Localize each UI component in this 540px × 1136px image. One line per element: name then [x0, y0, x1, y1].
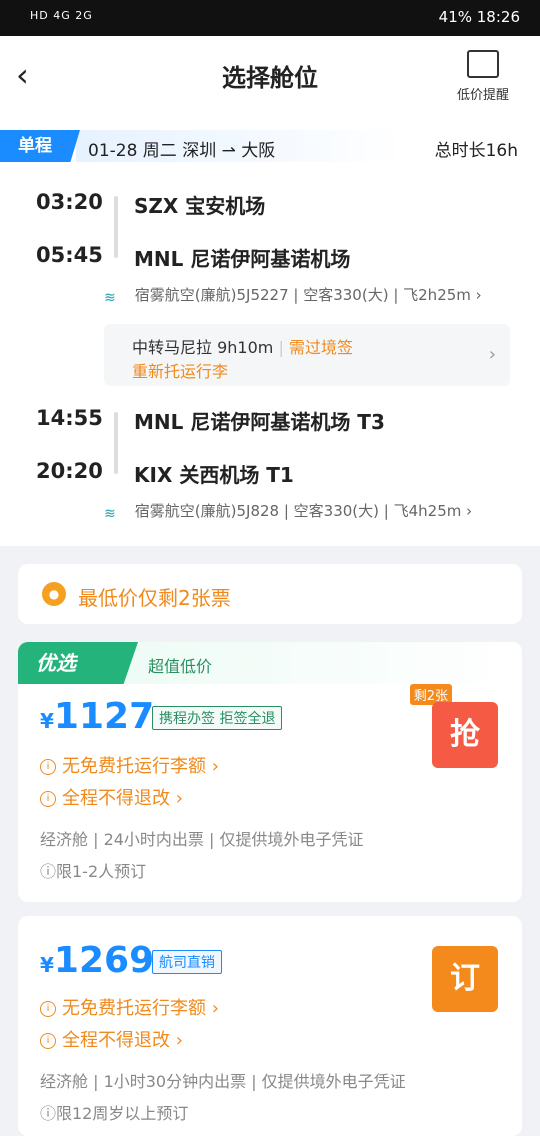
- refund-note[interactable]: i 全程不得退改 ›: [40, 784, 183, 810]
- info-icon: i: [40, 1033, 56, 1049]
- offer-badge: 航司直销: [152, 950, 222, 974]
- transfer-info[interactable]: 中转马尼拉 9h10m | 需过境签 重新托运行李 ›: [104, 324, 510, 386]
- airline-logo-icon: ≋: [104, 505, 116, 522]
- transit-visa-note: 需过境签: [288, 338, 353, 357]
- low-stock-text: 最低价仅剩2张票: [78, 586, 231, 610]
- info-icon: i: [40, 759, 56, 775]
- seg1-info-text: 宿雾航空(廉航)5J5227 | 空客330(大) | 飞2h25m ›: [134, 286, 482, 304]
- seg1-flight-info[interactable]: ≋ 宿雾航空(廉航)5J5227 | 空客330(大) | 飞2h25m ›: [104, 284, 482, 306]
- transfer-line1: 中转马尼拉 9h10m | 需过境签: [132, 338, 353, 357]
- preferred-tag: 优选: [18, 642, 138, 684]
- offer-card[interactable]: 优选 超值低价 ¥1127 携程办签 拒签全退 i 无免费托运行李额 › i 全程不…: [18, 642, 522, 902]
- baggage-note[interactable]: i 无免费托运行李额 ›: [40, 752, 219, 778]
- offer-price: ¥1269: [40, 940, 155, 981]
- offer-meta: 经济舱 | 24小时内出票 | 仅提供境外电子凭证: [40, 830, 364, 849]
- seg1-arr-airport: MNL 尼诺伊阿基诺机场: [134, 247, 351, 271]
- seg1-arr-time: 05:45: [36, 243, 103, 267]
- seg1-line: [114, 196, 118, 258]
- status-bar: HD 4G 2G 41% 18:26: [0, 0, 540, 36]
- header: ‹ 选择舱位 低价提醒: [0, 36, 540, 116]
- seg2-dep-airport: MNL 尼诺伊阿基诺机场 T3: [134, 410, 385, 434]
- info-icon: i: [40, 791, 56, 807]
- seg1-dep-airport: SZX 宝安机场: [134, 194, 266, 218]
- trip-route: 01-28 周二 深圳 ⇀ 大阪: [88, 141, 276, 161]
- flight-info: 单程 01-28 周二 深圳 ⇀ 大阪 总时长16h 03:20 SZX 宝安机…: [0, 116, 540, 546]
- info-icon: i: [40, 1001, 56, 1017]
- seg2-flight-info[interactable]: ≋ 宿雾航空(廉航)5J828 | 空客330(大) | 飞4h25m ›: [104, 500, 473, 522]
- offer-limit: ⓘ限12周岁以上预订: [40, 1104, 189, 1123]
- seg2-arr-airport: KIX 关西机场 T1: [134, 463, 294, 487]
- signal-indicators: HD 4G 2G: [30, 9, 93, 22]
- seg2-info-text: 宿雾航空(廉航)5J828 | 空客330(大) | 飞4h25m ›: [134, 502, 473, 520]
- price-alert-label: 低价提醒: [456, 88, 509, 103]
- seg2-line: [114, 412, 118, 474]
- grab-button[interactable]: 抢: [432, 702, 498, 768]
- book-button[interactable]: 订: [432, 946, 498, 1012]
- offer-price: ¥1127: [40, 696, 155, 737]
- airline-logo-icon: ≋: [104, 289, 116, 306]
- trip-summary: 单程 01-28 周二 深圳 ⇀ 大阪 总时长16h: [0, 128, 540, 164]
- bell-icon: ●: [42, 582, 66, 606]
- seg1-dep-time: 03:20: [36, 190, 103, 214]
- offer-card[interactable]: ¥1269 航司直销 i 无免费托运行李额 › i 全程不得退改 › 经济舱 | 1…: [18, 916, 522, 1136]
- chevron-right-icon: ›: [488, 344, 496, 365]
- seg2-dep-time: 14:55: [36, 406, 103, 430]
- chart-plus-icon: [467, 50, 499, 78]
- seg2-arr-time: 20:20: [36, 459, 103, 483]
- battery-clock: 41% 18:26: [438, 8, 520, 26]
- trip-type-tag: 单程: [0, 130, 80, 162]
- offer-limit: ⓘ限1-2人预订: [40, 862, 147, 881]
- offer-meta: 经济舱 | 1小时30分钟内出票 | 仅提供境外电子凭证: [40, 1072, 406, 1091]
- offer-badge: 携程办签 拒签全退: [152, 706, 283, 730]
- refund-note[interactable]: i 全程不得退改 ›: [40, 1026, 183, 1052]
- offer-subtitle: 超值低价: [148, 657, 213, 676]
- transfer-line2: 重新托运行李: [132, 362, 229, 381]
- price-alert-button[interactable]: 低价提醒: [448, 50, 518, 103]
- low-stock-warning: ● 最低价仅剩2张票: [18, 564, 522, 624]
- trip-duration: 总时长16h: [434, 141, 518, 161]
- baggage-note[interactable]: i 无免费托运行李额 ›: [40, 994, 219, 1020]
